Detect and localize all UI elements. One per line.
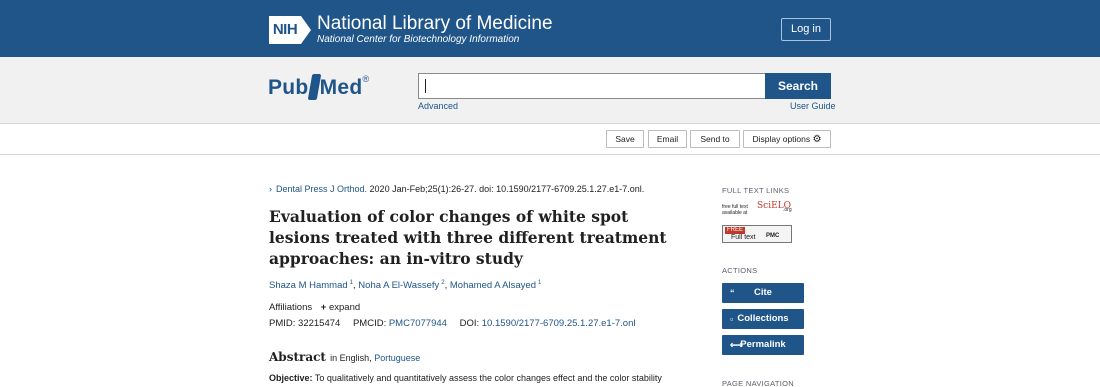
journal-link[interactable]: Dental Press J Orthod. <box>276 184 367 194</box>
page-navigation-heading: PAGE NAVIGATION <box>722 379 795 387</box>
gear-icon: ⚙ <box>812 134 822 145</box>
cite-button[interactable]: “ Cite <box>722 283 804 303</box>
affiliations-toggle[interactable]: Affiliations + expand <box>269 302 360 313</box>
author-list: Shaza M Hammad 1, Noha A El-Wassefy 2, Moh… <box>269 280 542 291</box>
email-button[interactable]: Email <box>648 130 687 148</box>
portuguese-link[interactable]: Portuguese <box>374 353 420 363</box>
nih-badge-icon: NIH <box>269 16 313 44</box>
pmcid-link[interactable]: PMC7077944 <box>389 318 447 329</box>
login-button[interactable]: Log in <box>781 18 831 41</box>
nih-header: NIH National Library of Medicine Nationa… <box>0 0 1100 57</box>
permalink-button[interactable]: ⟷ Permalink <box>722 335 804 355</box>
actions-heading: ACTIONS <box>722 266 758 275</box>
author-link[interactable]: Shaza M Hammad <box>269 280 348 291</box>
nlm-title: National Library of Medicine <box>317 13 553 34</box>
search-band: Pub Med® Search Advanced User Guide <box>0 57 1100 124</box>
pmc-free-full-text-link[interactable]: FREE Full text PMC <box>722 225 792 243</box>
doi-link[interactable]: 10.1590/2177-6709.25.1.27.e1-7.onl <box>482 318 636 329</box>
chevron-right-icon: › <box>269 184 272 194</box>
advanced-search-link[interactable]: Advanced <box>418 101 458 111</box>
pubmed-logo[interactable]: Pub Med® <box>268 74 369 100</box>
affiliation-ref[interactable]: 2 <box>441 280 444 286</box>
affiliation-ref[interactable]: 1 <box>350 280 353 286</box>
citation-details: 2020 Jan-Feb;25(1):26-27. doi: 10.1590/2… <box>367 184 645 194</box>
nih-logo[interactable]: NIH National Library of Medicine Nationa… <box>269 14 553 46</box>
user-guide-link[interactable]: User Guide <box>790 101 836 111</box>
send-to-button[interactable]: Send to <box>690 130 740 148</box>
affiliation-ref[interactable]: 1 <box>538 280 541 286</box>
scielo-full-text-link[interactable]: free full text available at SciELO .org <box>722 202 792 217</box>
full-text-links-heading: FULL TEXT LINKS <box>722 186 790 195</box>
display-options-button[interactable]: Display options ⚙ <box>743 130 831 148</box>
citation-line: › Dental Press J Orthod. 2020 Jan-Feb;25(… <box>269 184 644 194</box>
pmc-logo: PMC <box>766 233 780 239</box>
abstract-objective: Objective: To qualitatively and quantita… <box>269 373 662 383</box>
pmid-value: 32215474 <box>298 318 341 329</box>
identifiers: PMID: 32215474 PMCID: PMC7077944 DOI: 10… <box>269 318 636 329</box>
search-button[interactable]: Search <box>765 73 831 99</box>
article-title: Evaluation of color changes of white spo… <box>269 207 667 268</box>
author-link[interactable]: Noha A El-Wassefy <box>358 280 439 291</box>
text-caret <box>425 79 426 93</box>
save-button[interactable]: Save <box>606 130 644 148</box>
abstract-heading: Abstract in English, Portuguese <box>269 350 421 364</box>
author-link[interactable]: Mohamed A Alsayed <box>450 280 536 291</box>
ncbi-subtitle: National Center for Biotechnology Inform… <box>317 34 520 45</box>
search-input[interactable] <box>418 73 766 99</box>
plus-icon: + <box>320 302 327 313</box>
display-options-label: Display options <box>752 134 811 144</box>
affiliations-label: Affiliations <box>269 302 313 313</box>
collections-button[interactable]: ▫ Collections <box>722 309 804 329</box>
expand-label: expand <box>328 302 361 313</box>
action-toolbar: Save Email Send to Display options ⚙ <box>0 124 1100 155</box>
